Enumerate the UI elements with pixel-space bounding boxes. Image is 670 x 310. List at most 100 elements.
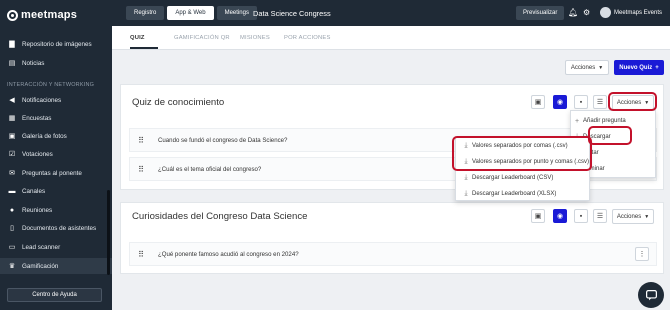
logo-text: meetmaps [21,9,78,21]
quiz-actions-button[interactable]: Acciones ▼ [612,209,654,224]
sidebar-item-channels[interactable]: ▬ Canales [0,183,112,199]
sidebar-item-label: Notificaciones [22,96,62,104]
menu-item-label: Valores separados por comas (.csv) [472,143,568,149]
list-icon[interactable]: ☰ [593,95,607,109]
sidebar-item-meetings[interactable]: ● Reuniones [0,202,112,218]
list-icon[interactable]: ☰ [593,209,607,223]
menu-item-label: Añadir pregunta [583,118,626,124]
megaphone-icon: ◀ [9,97,15,104]
sidebar-item-attendee-documents[interactable]: ▯ Documentos de asistentes [0,220,112,236]
download-icon: ⤓ [464,174,468,181]
eye-icon[interactable]: ◉ [553,95,567,109]
tab-registro[interactable]: Registro [126,6,165,20]
channels-icon: ▬ [8,187,16,195]
page-actions-label: Acciones [570,64,596,71]
sidebar-item-label: Noticias [22,59,45,67]
tab-app-web[interactable]: App & Web [167,6,214,20]
meetmaps-logo[interactable]: meetmaps [7,8,77,22]
image-icon[interactable]: ▣ [531,209,545,223]
trophy-icon: ♛ [8,263,16,270]
sidebar-scrollbar[interactable] [107,190,110,275]
help-center-button[interactable]: Centro de Ayuda [7,288,102,302]
question-text: Cuando se fundó el congreso de Data Scie… [158,136,288,144]
lock-icon[interactable]: ▪ [574,95,588,109]
download-icon: ⤓ [464,158,468,165]
news-icon: ▤ [8,60,16,67]
sidebar-item-label: Reuniones [22,206,53,214]
folder-icon: ▇ [9,41,15,48]
chat-support-button[interactable] [638,282,664,308]
tab-by-actions[interactable]: POR ACCIONES [284,35,331,41]
more-options-icon[interactable]: ⋮ [635,247,649,261]
sidebar-item-notifications[interactable]: ◀ Notificaciones [0,92,112,108]
sidebar-item-lead-scanner[interactable]: ▭ Lead scanner [0,239,112,255]
avatar[interactable] [600,7,611,18]
question-text: ¿Qué ponente famoso acudió al congreso e… [158,250,299,258]
menu-item-add-question[interactable]: + Añadir pregunta [571,113,655,129]
chat-icon: ✉ [9,170,15,177]
image-icon[interactable]: ▣ [531,95,545,109]
sidebar-section-label: INTERACCIÓN Y NETWORKING [7,82,95,88]
download-submenu: ⤓ Valores separados por comas (.csv) ⤓ V… [455,137,590,201]
sidebar-item-label: Lead scanner [22,243,61,251]
scanner-icon: ▭ [8,244,16,251]
section-tabs: QUIZ GAMIFICACIÓN QR MISIONES POR ACCION… [112,26,670,50]
logo-icon [7,9,18,21]
sidebar-item-label: Preguntas al ponente [22,169,82,177]
menu-item-label: Descargar Leaderboard (XLSX) [472,191,557,197]
sidebar-item-label: Votaciones [22,150,53,158]
event-name: Data Science Congress [253,9,331,18]
preview-button[interactable]: Previsualizar [516,6,565,20]
quiz-actions-button[interactable]: Acciones ▼ [612,95,654,110]
question-row[interactable]: ⠿ ¿Qué ponente famoso acudió al congreso… [129,242,657,266]
plus-icon: + [574,117,580,125]
sidebar-item-label: Canales [22,187,46,195]
page-actions-button[interactable]: Acciones ▼ [565,60,609,75]
sidebar-item-gamification[interactable]: ♛ Gamificación [0,258,112,274]
caret-down-icon: ▼ [598,64,604,71]
menu-item-leaderboard-xlsx[interactable]: ⤓ Descargar Leaderboard (XLSX) [456,186,589,202]
quiz-title: Curiosidades del Congreso Data Science [132,211,308,222]
sidebar-item-news[interactable]: ▤ Noticias [0,55,112,71]
document-icon: ▯ [10,225,14,232]
sidebar-item-label: Documentos de asistentes [22,224,97,232]
drag-handle-icon[interactable]: ⠿ [130,136,152,145]
menu-item-leaderboard-csv[interactable]: ⤓ Descargar Leaderboard (CSV) [456,170,589,186]
tab-quiz[interactable]: QUIZ [130,35,145,41]
image-icon: ▣ [8,133,16,140]
menu-item-label: Descargar Leaderboard (CSV) [472,175,554,181]
tab-meetings[interactable]: Meetings [216,6,257,20]
question-text: ¿Cuál es el tema oficial del congreso? [158,165,262,173]
lock-icon[interactable]: ▪ [574,209,588,223]
gear-icon[interactable]: ⚙ [583,8,590,17]
meeting-icon: ● [9,206,15,214]
quiz-title: Quiz de conocimiento [132,97,225,108]
caret-down-icon: ▼ [644,99,650,106]
drag-handle-icon[interactable]: ⠿ [130,165,152,174]
user-name[interactable]: Meetmaps Events [614,10,662,16]
sidebar-item-photo-gallery[interactable]: ▣ Galería de fotos [0,128,112,144]
tab-missions[interactable]: MISIONES [240,35,270,41]
menu-item-csv-semicolon[interactable]: ⤓ Valores separados por punto y comas (.… [456,154,589,170]
tab-gamification-qr[interactable]: GAMIFICACIÓN QR [174,35,230,41]
sidebar: meetmaps ▇ Repositorio de imágenes ▤ Not… [0,0,112,310]
download-icon: ⤓ [464,142,468,149]
bell-icon[interactable]: 🔔︎ [568,8,578,17]
vote-icon: ☑ [8,151,16,158]
new-quiz-button[interactable]: Nuevo Quiz + [614,60,664,75]
sidebar-item-image-repository[interactable]: ▇ Repositorio de imágenes [0,36,112,52]
new-quiz-label: Nuevo Quiz [619,64,653,71]
menu-item-label: Valores separados por punto y comas (.cs… [472,159,589,165]
plus-icon: + [655,64,659,71]
sidebar-item-surveys[interactable]: ▦ Encuestas [0,110,112,126]
drag-handle-icon[interactable]: ⠿ [130,250,152,259]
sidebar-item-votes[interactable]: ☑ Votaciones [0,146,112,162]
sidebar-item-label: Gamificación [22,262,59,270]
menu-item-csv-comma[interactable]: ⤓ Valores separados por comas (.csv) [456,138,589,154]
sidebar-item-label: Galería de fotos [22,132,67,140]
sidebar-item-speaker-questions[interactable]: ✉ Preguntas al ponente [0,165,112,181]
sidebar-item-label: Encuestas [22,114,52,122]
sidebar-item-label: Repositorio de imágenes [22,40,92,48]
eye-icon[interactable]: ◉ [553,209,567,223]
poll-icon: ▦ [8,115,16,122]
